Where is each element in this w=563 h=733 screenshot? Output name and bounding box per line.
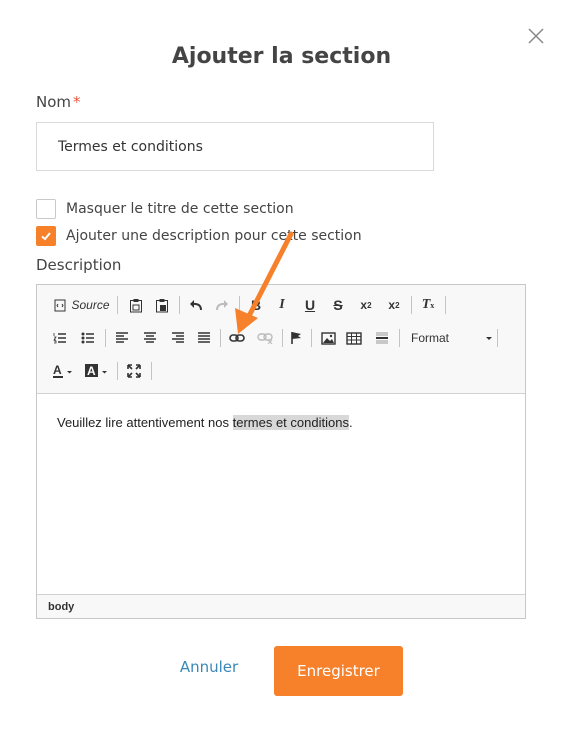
name-label-text: Nom (36, 93, 72, 111)
paste-word-icon (156, 298, 168, 312)
hide-title-checkbox[interactable] (36, 199, 56, 219)
background-color-icon: A (85, 364, 107, 378)
paste-word-button[interactable] (151, 294, 173, 316)
undo-button[interactable] (185, 294, 207, 316)
name-label: Nom * (36, 93, 81, 111)
chevron-down-icon (486, 336, 492, 340)
maximize-icon[interactable] (123, 360, 145, 382)
paste-button[interactable] (125, 294, 147, 316)
strikethrough-icon[interactable]: S (327, 294, 349, 316)
justify-icon[interactable] (193, 327, 215, 349)
editor-toolbar: Source B I U S x2 x2 Tx Format A A (37, 285, 525, 394)
underline-icon[interactable]: U (299, 294, 321, 316)
cancel-button[interactable]: Annuler (168, 658, 250, 682)
source-icon (54, 299, 66, 311)
editor-status-path[interactable]: body (37, 594, 525, 618)
anchor-icon[interactable] (285, 327, 307, 349)
superscript-icon[interactable]: x2 (383, 294, 405, 316)
align-center-icon[interactable] (139, 327, 161, 349)
background-color-button[interactable]: A (83, 360, 111, 382)
content-link[interactable]: termes et conditions (232, 415, 349, 430)
editor-content[interactable]: Veuillez lire attentivement nos termes e… (57, 415, 353, 430)
source-label: Source (71, 298, 110, 312)
undo-icon (190, 300, 202, 311)
bulleted-list-icon[interactable] (77, 327, 99, 349)
rich-text-editor[interactable]: Source B I U S x2 x2 Tx Format A A Veuil… (36, 284, 526, 619)
table-icon[interactable] (343, 327, 365, 349)
add-description-checkbox[interactable] (36, 226, 56, 246)
link-icon[interactable] (226, 327, 248, 349)
image-icon[interactable] (317, 327, 339, 349)
close-icon[interactable] (526, 26, 546, 46)
save-button[interactable]: Enregistrer (274, 646, 403, 696)
check-icon (41, 232, 51, 241)
format-dropdown[interactable]: Format (407, 327, 493, 349)
description-label: Description (36, 256, 122, 274)
content-text-end: . (348, 415, 353, 430)
source-button[interactable]: Source (51, 294, 113, 316)
svg-text:A: A (53, 364, 62, 377)
text-color-icon: A (53, 364, 72, 378)
align-right-icon[interactable] (167, 327, 189, 349)
redo-icon (216, 300, 228, 311)
italic-icon[interactable]: I (271, 294, 293, 316)
align-left-icon[interactable] (111, 327, 133, 349)
redo-button[interactable] (211, 294, 233, 316)
numbered-list-icon[interactable] (49, 327, 71, 349)
remove-format-icon[interactable]: Tx (417, 294, 439, 316)
name-field[interactable]: Termes et conditions (36, 122, 434, 171)
bold-icon[interactable]: B (245, 294, 267, 316)
add-description-option[interactable]: Ajouter une description pour cette secti… (36, 226, 362, 246)
required-mark: * (73, 93, 81, 111)
hide-title-label: Masquer le titre de cette section (66, 201, 294, 217)
text-color-button[interactable]: A (49, 360, 77, 382)
dialog-title: Ajouter la section (171, 44, 392, 69)
svg-text:A: A (87, 364, 96, 378)
unlink-icon[interactable] (254, 327, 276, 349)
horizontal-rule-icon[interactable] (371, 327, 393, 349)
hide-title-option[interactable]: Masquer le titre de cette section (36, 199, 294, 219)
format-label: Format (411, 331, 450, 345)
add-description-label: Ajouter une description pour cette secti… (66, 228, 362, 244)
content-text: Veuillez lire attentivement nos (57, 415, 233, 430)
subscript-icon[interactable]: x2 (355, 294, 377, 316)
paste-icon (130, 298, 142, 312)
